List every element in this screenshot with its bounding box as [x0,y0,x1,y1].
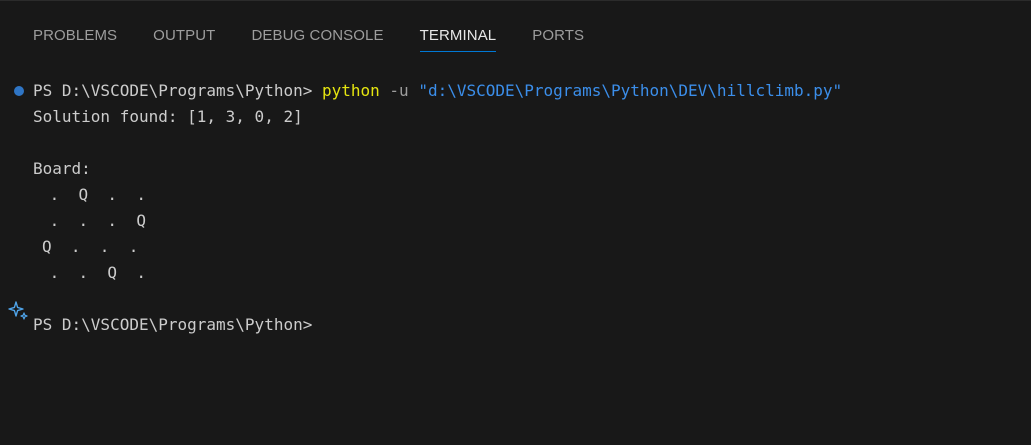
prompt-text: PS D:\VSCODE\Programs\Python> [33,81,322,100]
tab-terminal[interactable]: TERMINAL [419,1,497,52]
board-row: . . . Q [40,211,146,230]
solution-output: Solution found: [1, 3, 0, 2] [33,107,303,126]
circle-status-icon[interactable] [14,86,24,96]
board-row: . . Q . [40,263,146,282]
tab-debug-console[interactable]: DEBUG CONSOLE [251,1,383,51]
tab-ports[interactable]: PORTS [532,1,584,51]
tab-output[interactable]: OUTPUT [153,1,215,51]
terminal-panel: PROBLEMS OUTPUT DEBUG CONSOLE TERMINAL P… [0,0,1031,445]
tab-problems[interactable]: PROBLEMS [33,1,117,51]
command-flag: -u [379,81,419,100]
command-path-arg: "d:\VSCODE\Programs\Python\DEV\hillclimb… [418,81,843,100]
board-label: Board: [33,159,91,178]
terminal-output[interactable]: PS D:\VSCODE\Programs\Python> python -u … [0,78,1031,445]
panel-tab-bar: PROBLEMS OUTPUT DEBUG CONSOLE TERMINAL P… [0,1,1031,57]
command-line: PS D:\VSCODE\Programs\Python> python -u … [33,78,842,104]
command-text: python [321,81,380,100]
board-row: . Q . . [40,185,146,204]
prompt-line: PS D:\VSCODE\Programs\Python> [33,315,313,334]
board-row: Q . . . [42,237,139,256]
sparkle-icon[interactable] [8,300,30,322]
